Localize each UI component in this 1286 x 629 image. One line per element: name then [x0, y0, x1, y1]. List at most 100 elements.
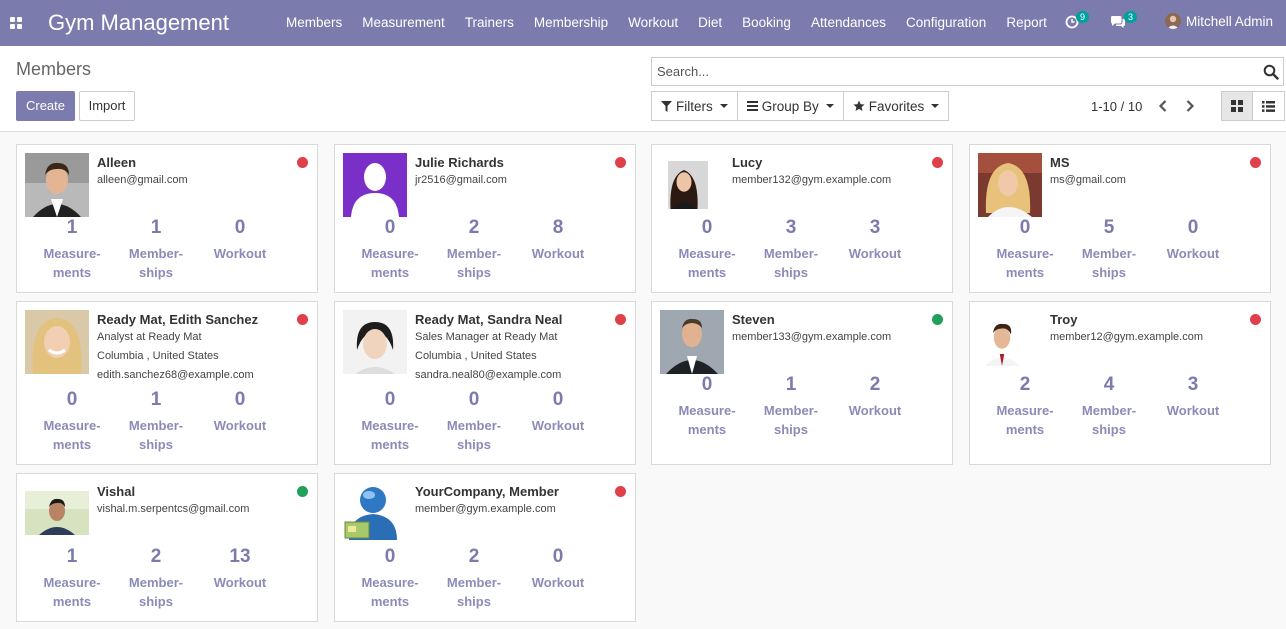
stat-memberships[interactable]: 1 Member-ships	[749, 374, 833, 439]
stat-workout[interactable]: 0 Workout	[198, 217, 282, 263]
stat-measurements[interactable]: 0 Measure-ments	[348, 217, 432, 282]
stat-memberships[interactable]: 3 Member-ships	[749, 217, 833, 282]
member-email: member133@gym.example.com	[732, 331, 892, 343]
stat-measurements[interactable]: 0 Measure-ments	[348, 389, 432, 454]
status-dot[interactable]	[615, 314, 626, 325]
activity-badge: 9	[1076, 11, 1090, 23]
member-name: MS	[1050, 155, 1070, 170]
member-card[interactable]: Ready Mat, Sandra Neal Sales Manager at …	[334, 301, 636, 465]
kanban-icon	[1231, 100, 1243, 112]
search-input[interactable]	[652, 58, 1242, 85]
menu-trainers[interactable]: Trainers	[455, 0, 524, 46]
app-brand[interactable]: Gym Management	[48, 10, 229, 36]
stat-workout[interactable]: 13 Workout	[198, 546, 282, 592]
stat-measurements[interactable]: 0 Measure-ments	[665, 217, 749, 282]
stat-measurements[interactable]: 0 Measure-ments	[665, 374, 749, 439]
member-job: Sales Manager at Ready Mat	[415, 331, 558, 343]
status-dot[interactable]	[1250, 157, 1261, 168]
filters-label: Filters	[676, 98, 713, 114]
member-photo	[25, 153, 89, 217]
stat-memberships[interactable]: 2 Member-ships	[432, 546, 516, 611]
chevron-left-icon[interactable]	[1156, 98, 1170, 114]
menu-configuration[interactable]: Configuration	[896, 0, 996, 46]
status-dot[interactable]	[297, 157, 308, 168]
member-job: Analyst at Ready Mat	[97, 331, 202, 343]
member-name: Alleen	[97, 155, 137, 170]
stat-workout[interactable]: 3 Workout	[833, 217, 917, 263]
chevron-right-icon[interactable]	[1183, 98, 1197, 114]
member-card[interactable]: YourCompany, Member member@gym.example.c…	[334, 473, 636, 622]
member-card[interactable]: Ready Mat, Edith Sanchez Analyst at Read…	[16, 301, 318, 465]
menu-members[interactable]: Members	[276, 0, 352, 46]
stat-memberships[interactable]: 2 Member-ships	[114, 546, 198, 611]
member-photo	[343, 310, 407, 374]
stat-measurements[interactable]: 0 Measure-ments	[30, 389, 114, 454]
stat-memberships[interactable]: 1 Member-ships	[114, 389, 198, 454]
messaging-menu[interactable]: 3	[1110, 11, 1138, 32]
stat-workout[interactable]: 2 Workout	[833, 374, 917, 420]
member-email: jr2516@gmail.com	[415, 174, 507, 186]
apps-menu-icon[interactable]	[10, 17, 22, 29]
stat-measurements[interactable]: 1 Measure-ments	[30, 546, 114, 611]
import-button[interactable]: Import	[79, 91, 135, 121]
list-view-button[interactable]	[1253, 91, 1285, 121]
main-menu: Members Measurement Trainers Membership …	[276, 0, 1057, 46]
member-card[interactable]: Julie Richards jr2516@gmail.com 0 Measure…	[334, 144, 636, 293]
activity-menu[interactable]: 9	[1065, 11, 1090, 32]
status-dot[interactable]	[932, 314, 943, 325]
create-button[interactable]: Create	[16, 91, 75, 121]
user-menu[interactable]: Mitchell Admin	[1165, 13, 1273, 29]
member-card[interactable]: Vishal vishal.m.serpentcs@gmail.com 1 Mea…	[16, 473, 318, 622]
member-email: sandra.neal80@example.com	[415, 369, 562, 381]
stat-workout[interactable]: 0 Workout	[1151, 217, 1235, 263]
stat-memberships[interactable]: 2 Member-ships	[432, 217, 516, 282]
status-dot[interactable]	[1250, 314, 1261, 325]
favorites-dropdown[interactable]: Favorites	[842, 91, 950, 121]
member-photo	[668, 153, 716, 217]
stat-workout[interactable]: 0 Workout	[516, 546, 600, 592]
member-card[interactable]: Troy member12@gym.example.com 2 Measure-m…	[969, 301, 1271, 465]
stat-workout[interactable]: 8 Workout	[516, 217, 600, 263]
kanban-view-button[interactable]	[1221, 91, 1253, 121]
groupby-dropdown[interactable]: Group By	[736, 91, 843, 121]
menu-diet[interactable]: Diet	[688, 0, 732, 46]
stat-workout[interactable]: 0 Workout	[198, 389, 282, 435]
stat-workout[interactable]: 0 Workout	[516, 389, 600, 435]
status-dot[interactable]	[615, 486, 626, 497]
stat-workout[interactable]: 3 Workout	[1151, 374, 1235, 420]
member-photo	[25, 310, 89, 374]
menu-membership[interactable]: Membership	[524, 0, 618, 46]
menu-attendances[interactable]: Attendances	[801, 0, 896, 46]
user-name: Mitchell Admin	[1186, 13, 1274, 29]
menu-booking[interactable]: Booking	[732, 0, 801, 46]
pager-value[interactable]: 1-10 / 10	[1091, 99, 1142, 114]
member-card[interactable]: MS ms@gmail.com 0 Measure-ments 5 Member-s…	[969, 144, 1271, 293]
stat-memberships[interactable]: 0 Member-ships	[432, 389, 516, 454]
stat-memberships[interactable]: 5 Member-ships	[1067, 217, 1151, 282]
status-dot[interactable]	[297, 314, 308, 325]
user-avatar	[1165, 13, 1181, 29]
stat-measurements[interactable]: 0 Measure-ments	[348, 546, 432, 611]
status-dot[interactable]	[297, 486, 308, 497]
breadcrumb-title: Members	[16, 59, 92, 79]
member-photo	[978, 153, 1042, 217]
member-card[interactable]: Steven member133@gym.example.com 0 Measur…	[651, 301, 953, 465]
member-card[interactable]: Alleen alleen@gmail.com 1 Measure-ments 1…	[16, 144, 318, 293]
member-name: Julie Richards	[415, 155, 504, 170]
status-dot[interactable]	[932, 157, 943, 168]
status-dot[interactable]	[615, 157, 626, 168]
menu-measurement[interactable]: Measurement	[352, 0, 455, 46]
stat-memberships[interactable]: 1 Member-ships	[114, 217, 198, 282]
menu-report[interactable]: Report	[996, 0, 1057, 46]
member-email: vishal.m.serpentcs@gmail.com	[97, 503, 250, 515]
stat-measurements[interactable]: 1 Measure-ments	[30, 217, 114, 282]
member-name: Ready Mat, Edith Sanchez	[97, 312, 259, 327]
member-card[interactable]: Lucy member132@gym.example.com 0 Measure-…	[651, 144, 953, 293]
menu-workout[interactable]: Workout	[618, 0, 688, 46]
stat-measurements[interactable]: 0 Measure-ments	[983, 217, 1067, 282]
view-switcher	[1221, 91, 1285, 121]
search-icon[interactable]	[1263, 64, 1279, 80]
stat-measurements[interactable]: 2 Measure-ments	[983, 374, 1067, 439]
filters-dropdown[interactable]: Filters	[651, 91, 737, 121]
stat-memberships[interactable]: 4 Member-ships	[1067, 374, 1151, 439]
